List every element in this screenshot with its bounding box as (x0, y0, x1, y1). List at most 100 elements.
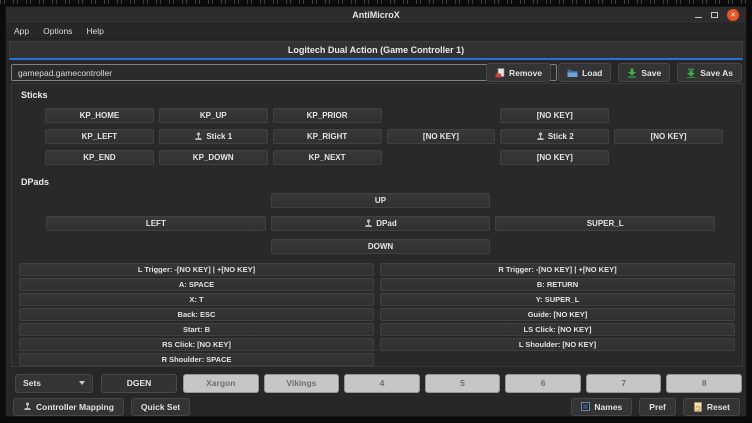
save-as-button[interactable]: Save As (677, 63, 742, 82)
joystick-icon (23, 402, 32, 411)
button-label: KP_DOWN (193, 153, 234, 162)
button-label: KP_LEFT (82, 132, 118, 141)
menu-app[interactable]: App (14, 26, 29, 36)
save-button[interactable]: Save (618, 63, 670, 82)
profile-combo[interactable]: gamepad.gamecontroller (11, 64, 557, 81)
assignment-button-ls-click[interactable]: LS Click: [NO KEY] (380, 323, 735, 336)
empty-cell (387, 108, 496, 123)
active-set-button[interactable]: DGEN (101, 374, 177, 393)
main-panel: Sticks KP_HOME KP_UP KP_PRIOR [NO KEY] KP_LE… (11, 83, 743, 367)
dpad-right-button[interactable]: SUPER_L (495, 216, 715, 231)
set-button-6[interactable]: 6 (505, 374, 581, 393)
set-button-7[interactable]: 7 (586, 374, 662, 393)
assignment-button-rs-click[interactable]: RS Click: [NO KEY] (19, 338, 374, 351)
assignment-button-back[interactable]: Back: ESC (19, 308, 374, 321)
controller-tab[interactable]: Logitech Dual Action (Game Controller 1) (9, 41, 743, 60)
stick-assign-button-no-key[interactable]: [NO KEY] (614, 129, 723, 144)
assignment-button-x[interactable]: X: T (19, 293, 374, 306)
stick-assign-button-kp-end[interactable]: KP_END (45, 150, 154, 165)
load-button[interactable]: Load (558, 63, 611, 82)
save-as-button-label: Save As (700, 68, 733, 78)
reset-label: Reset (707, 402, 730, 412)
controller-mapping-label: Controller Mapping (36, 402, 114, 412)
assignment-button-a[interactable]: A: SPACE (19, 278, 374, 291)
button-label: KP_NEXT (309, 153, 346, 162)
sets-dropdown-label: Sets (23, 378, 41, 388)
stick-assign-button-kp-down[interactable]: KP_DOWN (159, 150, 268, 165)
button-label: Back: ESC (178, 310, 216, 319)
button-label: [NO KEY] (537, 153, 573, 162)
button-label: R Trigger: -[NO KEY] | +[NO KEY] (498, 265, 616, 274)
dpad-down-button[interactable]: DOWN (271, 239, 491, 254)
dpad-center-button[interactable]: DPad (271, 216, 491, 231)
button-label: DPad (376, 219, 396, 228)
remove-button[interactable]: Remove (486, 63, 551, 82)
names-icon (581, 402, 590, 411)
button-label: UP (375, 196, 386, 205)
stick-assign-button-no-key[interactable]: [NO KEY] (387, 129, 496, 144)
empty-cell (380, 353, 735, 366)
reset-icon (693, 402, 703, 412)
stick-assign-button-kp-right[interactable]: KP_RIGHT (273, 129, 382, 144)
profile-actions: Remove Load Save Save As (486, 63, 742, 82)
close-icon[interactable] (727, 9, 739, 21)
stick-assign-button-stick-1[interactable]: Stick 1 (159, 129, 268, 144)
sets-dropdown[interactable]: Sets (15, 374, 93, 393)
stick-assign-button-kp-up[interactable]: KP_UP (159, 108, 268, 123)
save-icon (627, 68, 637, 78)
menu-help[interactable]: Help (86, 26, 103, 36)
app-window: AntiMicroX App Options Help Logitech Dua… (5, 6, 747, 417)
load-icon (567, 68, 578, 78)
names-button[interactable]: Names (571, 398, 632, 416)
assignment-button-l-trigger[interactable]: L Trigger: -[NO KEY] | +[NO KEY] (19, 263, 374, 276)
button-label: B: RETURN (537, 280, 578, 289)
title-bar: AntiMicroX (6, 7, 746, 24)
sticks-section-title: Sticks (21, 90, 735, 100)
quick-set-button[interactable]: Quick Set (131, 398, 190, 416)
button-label: LS Click: [NO KEY] (524, 325, 592, 334)
set-button-4[interactable]: 4 (344, 374, 420, 393)
controller-mapping-button[interactable]: Controller Mapping (13, 398, 124, 416)
sets-list: Xargon Vikings45678 (183, 374, 742, 393)
assignment-button-r-shoulder[interactable]: R Shoulder: SPACE (19, 353, 374, 366)
empty-cell (46, 239, 266, 254)
stick-assign-button-kp-next[interactable]: KP_NEXT (273, 150, 382, 165)
minimize-icon[interactable] (695, 17, 702, 18)
stick-assign-button-kp-home[interactable]: KP_HOME (45, 108, 154, 123)
load-button-label: Load (582, 68, 602, 78)
stick-assign-button-kp-prior[interactable]: KP_PRIOR (273, 108, 382, 123)
dpad-left-button[interactable]: LEFT (46, 216, 266, 231)
set-button-8[interactable]: 8 (666, 374, 742, 393)
set-button-5[interactable]: 5 (425, 374, 501, 393)
button-label: KP_END (83, 153, 115, 162)
set-button-xargon[interactable]: Xargon (183, 374, 259, 393)
stick-assign-button-stick-2[interactable]: Stick 2 (500, 129, 609, 144)
dpad-up-button[interactable]: UP (271, 193, 491, 208)
button-label: [NO KEY] (423, 132, 459, 141)
reset-button[interactable]: Reset (683, 398, 740, 416)
save-as-icon (686, 68, 696, 78)
maximize-icon[interactable] (711, 12, 718, 18)
button-label: Stick 1 (206, 132, 232, 141)
stick-assign-button-no-key[interactable]: [NO KEY] (500, 150, 609, 165)
empty-cell (614, 108, 723, 123)
empty-cell (387, 150, 496, 165)
set-button-vikings[interactable]: Vikings (264, 374, 340, 393)
button-label: Y: SUPER_L (536, 295, 580, 304)
dpad-grid: UP LEFT DPad SUPER_L DOWN (46, 193, 715, 254)
button-label: KP_UP (200, 111, 227, 120)
assignment-button-guide[interactable]: Guide: [NO KEY] (380, 308, 735, 321)
menu-options[interactable]: Options (43, 26, 72, 36)
stick-assign-button-kp-left[interactable]: KP_LEFT (45, 129, 154, 144)
assignment-button-y[interactable]: Y: SUPER_L (380, 293, 735, 306)
assignment-button-start[interactable]: Start: B (19, 323, 374, 336)
assignment-button-r-trigger[interactable]: R Trigger: -[NO KEY] | +[NO KEY] (380, 263, 735, 276)
button-label: [NO KEY] (537, 111, 573, 120)
assignment-button-b[interactable]: B: RETURN (380, 278, 735, 291)
button-label: KP_PRIOR (307, 111, 348, 120)
assignment-button-l-shoulder[interactable]: L Shoulder: [NO KEY] (380, 338, 735, 351)
remove-button-label: Remove (509, 68, 542, 78)
pref-button[interactable]: Pref (639, 398, 676, 416)
stick-assign-button-no-key[interactable]: [NO KEY] (500, 108, 609, 123)
menu-bar: App Options Help (6, 24, 746, 39)
